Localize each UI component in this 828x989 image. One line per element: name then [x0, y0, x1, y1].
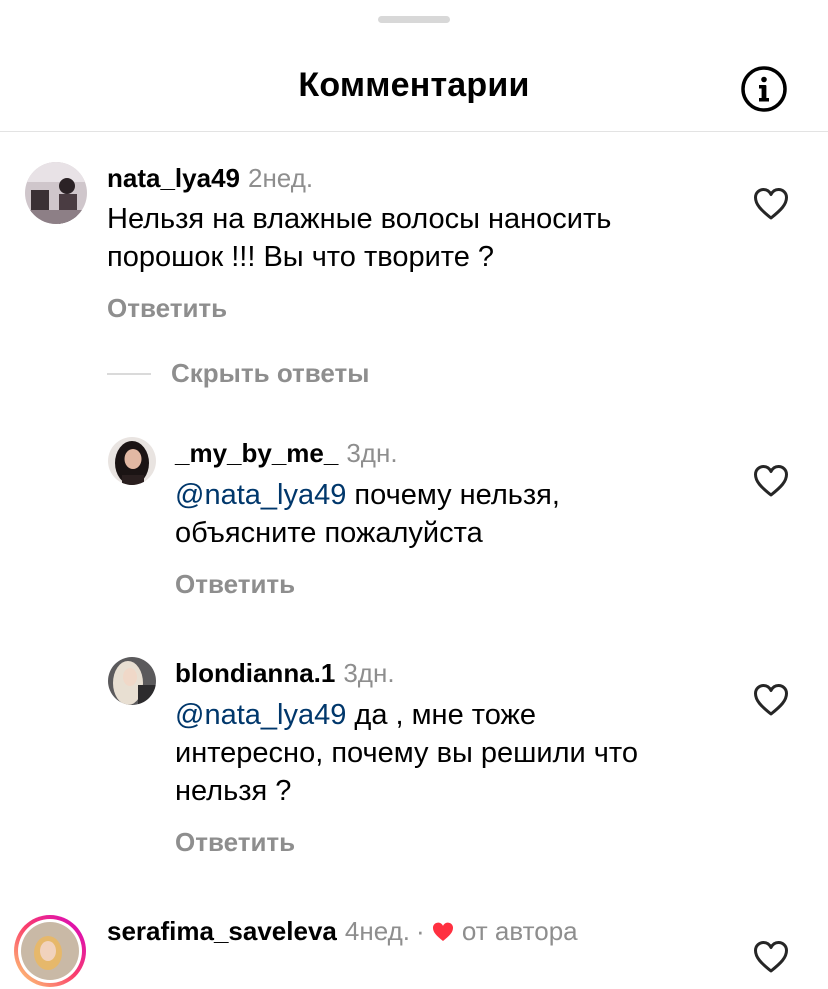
- drag-handle[interactable]: [378, 16, 450, 23]
- comment-time: 3дн.: [346, 438, 398, 468]
- avatar[interactable]: [108, 437, 156, 485]
- page-title: Комментарии: [298, 66, 530, 104]
- heart-outline-icon: [754, 684, 788, 716]
- like-button[interactable]: [753, 187, 789, 221]
- info-button[interactable]: [740, 65, 788, 113]
- separator-dot: ·: [415, 916, 425, 946]
- comment-text: @nata_lya49 почему нельзя, объясните пож…: [175, 479, 560, 549]
- comment-time: 3дн.: [343, 658, 395, 688]
- comment-username[interactable]: _my_by_me_ 3дн.: [175, 438, 398, 469]
- comment-username[interactable]: nata_lya49 2нед.: [107, 163, 313, 194]
- liked-by-author-badge: от автора: [431, 916, 578, 946]
- comment-time: 2нед.: [247, 163, 314, 193]
- comment-username[interactable]: blondianna.1 3дн.: [175, 658, 395, 689]
- like-button[interactable]: [753, 940, 789, 974]
- mention-link[interactable]: @nata_lya49: [175, 699, 346, 731]
- heart-outline-icon: [754, 465, 788, 497]
- info-icon: [741, 66, 787, 112]
- heart-outline-icon: [754, 188, 788, 220]
- reply-button[interactable]: Ответить: [175, 827, 295, 858]
- reply-button[interactable]: Ответить: [175, 569, 295, 600]
- heart-filled-icon: [432, 922, 453, 942]
- comment-text: Нельзя на влажные волосы наносить порошо…: [107, 203, 612, 273]
- avatar[interactable]: [25, 162, 87, 224]
- avatar[interactable]: [108, 657, 156, 705]
- like-button[interactable]: [753, 464, 789, 498]
- comment-time: 4нед.: [344, 916, 410, 946]
- comment-text: @nata_lya49 да , мне тоже интересно, поч…: [175, 699, 638, 807]
- like-button[interactable]: [753, 683, 789, 717]
- header-divider: [0, 131, 828, 132]
- comment-username[interactable]: serafima_saveleva 4нед. · от автора: [107, 916, 578, 947]
- reply-button[interactable]: Ответить: [107, 293, 227, 324]
- mention-link[interactable]: @nata_lya49: [175, 479, 346, 511]
- heart-outline-icon: [754, 941, 788, 973]
- avatar-story-ring[interactable]: [12, 913, 88, 989]
- hide-replies-button[interactable]: Скрыть ответы: [171, 358, 369, 389]
- replies-divider-line: [107, 373, 151, 375]
